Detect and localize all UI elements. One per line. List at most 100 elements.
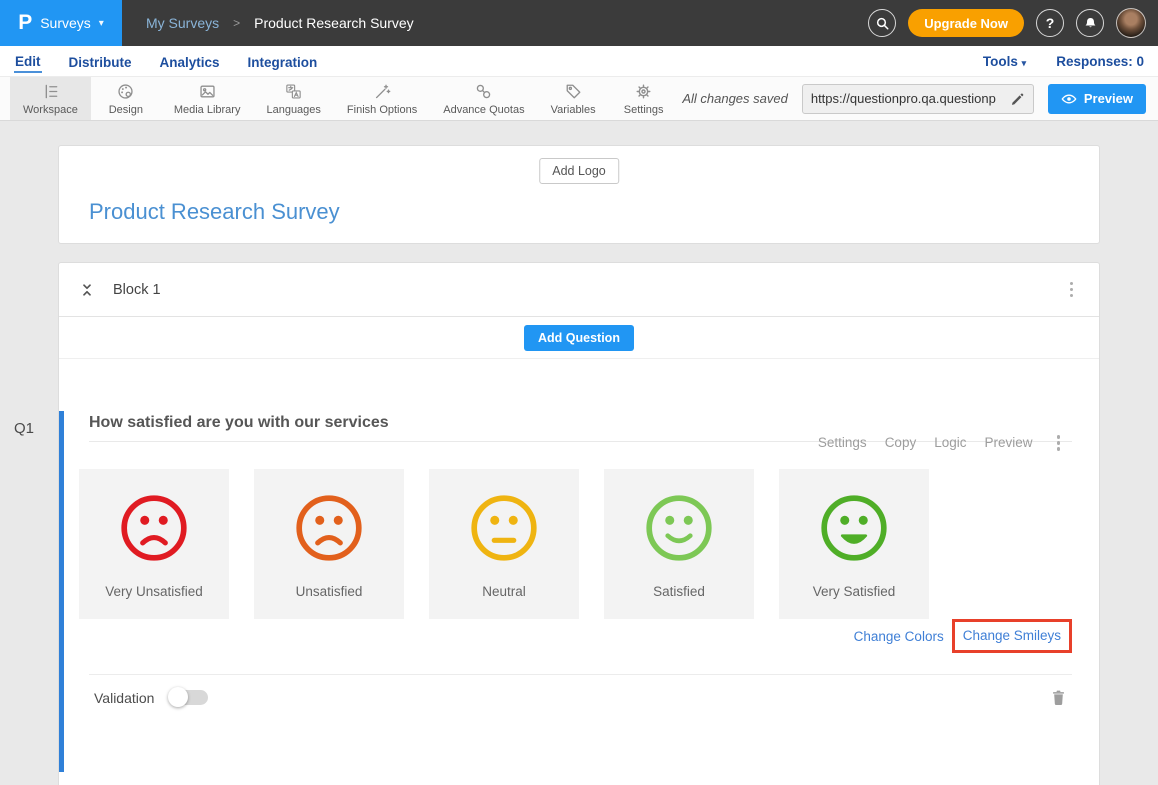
add-question-button-top[interactable]: Add Question [524, 325, 634, 351]
app-menu-label: Surveys [40, 15, 91, 31]
help-icon: ? [1046, 15, 1055, 31]
toolbar-item-finish-options[interactable]: Finish Options [334, 77, 430, 120]
question-action-copy[interactable]: Copy [885, 435, 917, 450]
delete-question-button[interactable] [1051, 689, 1066, 706]
toolbar-item-label: Advance Quotas [443, 104, 524, 116]
tab-integration[interactable]: Integration [247, 51, 319, 72]
upgrade-now-button[interactable]: Upgrade Now [908, 9, 1024, 37]
preview-button[interactable]: Preview [1048, 84, 1146, 114]
smiley-scale: Very Unsatisfied Unsatisfied Neutral Satisf… [79, 469, 1072, 619]
save-status: All changes saved [682, 91, 788, 106]
subnav: Edit Distribute Analytics Integration Tools… [0, 46, 1158, 76]
chevron-down-icon: ▾ [99, 18, 104, 29]
block-title[interactable]: Block 1 [113, 282, 161, 298]
notifications-button[interactable] [1076, 9, 1104, 37]
question-card: SettingsCopyLogicPreview How satisfied a… [59, 411, 1099, 772]
smiley-icon [642, 491, 716, 565]
smiley-option-label: Unsatisfied [296, 584, 363, 599]
change-smileys-link[interactable]: Change Smileys [963, 628, 1061, 643]
breadcrumb-current: Product Research Survey [254, 15, 414, 31]
pencil-icon[interactable] [1010, 91, 1025, 106]
finish-options-icon [373, 82, 392, 101]
trash-icon [1051, 689, 1066, 706]
tab-edit[interactable]: Edit [14, 50, 42, 73]
toolbar-item-workspace[interactable]: Workspace [10, 77, 91, 120]
toolbar-item-settings[interactable]: Settings [609, 77, 679, 120]
toolbar-item-label: Media Library [174, 104, 241, 116]
change-colors-link[interactable]: Change Colors [854, 629, 944, 644]
chevron-down-icon: ▾ [1022, 58, 1027, 68]
eye-icon [1061, 93, 1077, 105]
survey-url-input[interactable] [811, 91, 1010, 106]
workspace-icon [41, 82, 60, 101]
smiley-icon [292, 491, 366, 565]
block-footer: Add Question Page Break Separator [59, 772, 1099, 785]
block-header: Block 1 [59, 263, 1099, 317]
toolbar-item-advance-quotas[interactable]: Advance Quotas [430, 77, 537, 120]
topbar-actions: Upgrade Now ? [868, 8, 1158, 38]
toolbar-item-label: Workspace [23, 104, 78, 116]
help-button[interactable]: ? [1036, 9, 1064, 37]
toolbar-item-label: Settings [624, 104, 664, 116]
smiley-icon [817, 491, 891, 565]
smiley-option-very-satisfied[interactable]: Very Satisfied [779, 469, 929, 619]
search-icon [875, 16, 890, 31]
settings-icon [634, 82, 653, 101]
search-button[interactable] [868, 9, 896, 37]
question-actions: Settings Copy Logic Preview [818, 431, 1066, 455]
survey-url-box [802, 84, 1034, 114]
smiley-option-label: Very Satisfied [813, 584, 896, 599]
question-action-settings[interactable]: Settings [818, 435, 867, 450]
annotation-highlight-box: Change Smileys [952, 619, 1072, 653]
smiley-option-neutral[interactable]: Neutral [429, 469, 579, 619]
smiley-option-label: Neutral [482, 584, 526, 599]
subnav-right: Tools ▾ Responses: 0 [983, 54, 1144, 69]
variables-icon [564, 82, 583, 101]
smiley-links-row: Change Colors Change Smileys [89, 619, 1072, 653]
question-id-label: Q1 [14, 420, 34, 437]
toolbar-items: Workspace Design Media Library Languages Fin… [10, 77, 679, 120]
toolbar-right: All changes saved Preview [682, 77, 1158, 120]
add-logo-button[interactable]: Add Logo [539, 158, 619, 184]
workspace-page: Add Logo Product Research Survey Block 1… [0, 121, 1158, 785]
nav-tabs: Edit Distribute Analytics Integration [14, 46, 318, 76]
toolbar-item-variables[interactable]: Variables [538, 77, 609, 120]
advance-quotas-icon [474, 82, 493, 101]
add-question-row-top: Add Question [59, 317, 1099, 359]
block-menu-kebab-icon[interactable] [1064, 278, 1080, 302]
validation-row: Validation [89, 674, 1072, 720]
toolbar-item-label: Variables [551, 104, 596, 116]
breadcrumb-my-surveys[interactable]: My Surveys [146, 15, 219, 31]
tab-analytics[interactable]: Analytics [159, 51, 221, 72]
editor-toolbar: Workspace Design Media Library Languages Fin… [0, 76, 1158, 121]
question-action-logic[interactable]: Logic [934, 435, 966, 450]
smiley-icon [117, 491, 191, 565]
avatar[interactable] [1116, 8, 1146, 38]
bell-icon [1083, 16, 1098, 31]
question-action-preview[interactable]: Preview [984, 435, 1032, 450]
smiley-option-label: Satisfied [653, 584, 705, 599]
breadcrumb: My Surveys > Product Research Survey [146, 15, 414, 31]
collapse-block-icon[interactable] [79, 282, 95, 298]
languages-icon [284, 82, 303, 101]
validation-toggle[interactable] [170, 690, 208, 705]
tab-distribute[interactable]: Distribute [68, 51, 133, 72]
block-card: Block 1 Add Question Settings Copy Logic Pr… [58, 262, 1100, 785]
question-menu-kebab-icon[interactable] [1051, 431, 1067, 455]
smiley-icon [467, 491, 541, 565]
toolbar-item-label: Finish Options [347, 104, 417, 116]
responses-count[interactable]: Responses: 0 [1056, 54, 1144, 69]
toolbar-item-design[interactable]: Design [91, 77, 161, 120]
smiley-option-unsatisfied[interactable]: Unsatisfied [254, 469, 404, 619]
smiley-option-satisfied[interactable]: Satisfied [604, 469, 754, 619]
toolbar-item-media-library[interactable]: Media Library [161, 77, 254, 120]
toolbar-item-label: Languages [266, 104, 320, 116]
tools-menu[interactable]: Tools ▾ [983, 54, 1026, 69]
media-library-icon [198, 82, 217, 101]
topbar: P Surveys ▾ My Surveys > Product Researc… [0, 0, 1158, 46]
toolbar-item-languages[interactable]: Languages [253, 77, 333, 120]
survey-title[interactable]: Product Research Survey [89, 199, 340, 225]
questionpro-logo: P [18, 11, 32, 35]
app-menu[interactable]: P Surveys ▾ [0, 0, 122, 46]
smiley-option-very-unsatisfied[interactable]: Very Unsatisfied [79, 469, 229, 619]
